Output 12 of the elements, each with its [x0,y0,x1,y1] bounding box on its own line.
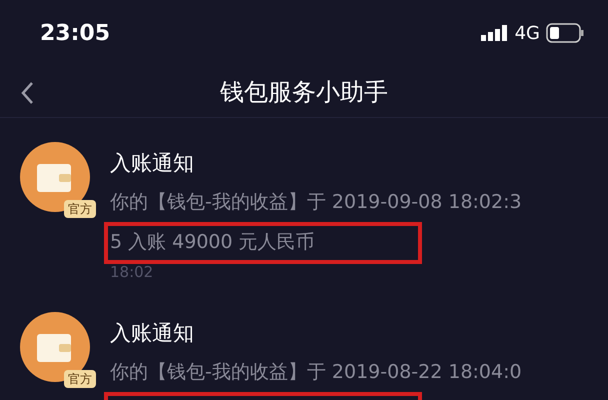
battery-icon [546,23,584,43]
network-label: 4G [514,22,540,46]
clock-time: 23:05 [40,20,110,48]
signal-icon [480,25,509,41]
message-text: 你的【钱包-我的收益】于 2019-09-08 18:02:3 5 入账 49000 元人民币 [110,190,522,255]
official-badge: 官方 [64,370,96,388]
message-text: 你的【钱包-我的收益】于 2019-08-22 18:04:0 [110,360,522,385]
official-badge: 官方 [64,200,96,218]
message-title: 入账通知 [110,150,195,177]
page-title: 钱包服务小助手 [220,76,388,108]
message-title: 入账通知 [110,320,195,347]
message-time: 18:02 [110,262,154,282]
